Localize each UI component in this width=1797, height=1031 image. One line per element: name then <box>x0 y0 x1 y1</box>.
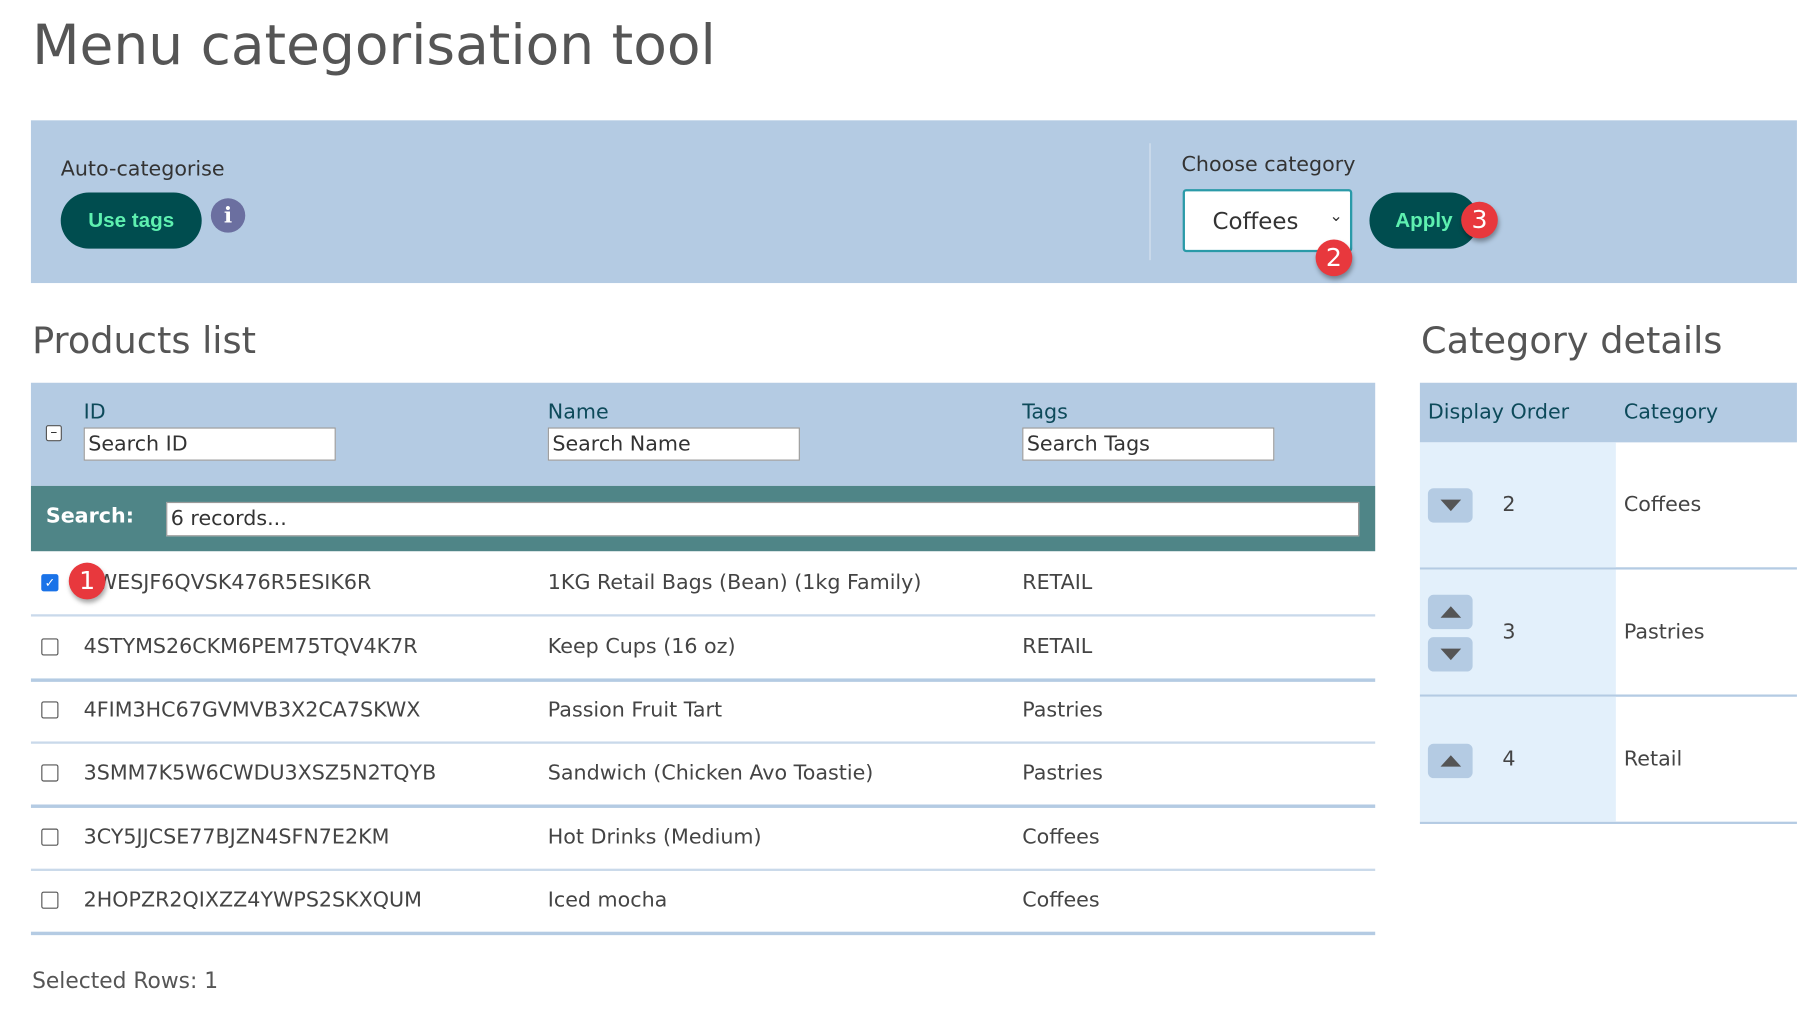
row-checkbox[interactable] <box>41 828 59 846</box>
cell-tags: RETAIL <box>1022 634 1093 659</box>
category-row: 4 Retail <box>1419 696 1797 824</box>
category-name: Pastries <box>1623 619 1705 645</box>
cell-name: Keep Cups (16 oz) <box>547 634 736 659</box>
move-up-button[interactable] <box>1427 743 1473 779</box>
global-search-bar: Search: 6 records... <box>30 485 1376 552</box>
row-checkbox[interactable] <box>41 638 59 656</box>
column-display-order: Display Order <box>1427 399 1570 425</box>
info-icon[interactable]: i <box>210 198 246 233</box>
display-order-value: 2 <box>1502 492 1516 517</box>
step-badge-3: 3 <box>1461 201 1498 239</box>
search-tags-input[interactable]: Search Tags <box>1022 427 1275 461</box>
products-table-header: – ID Search ID Name Search Name Tags Sea… <box>30 382 1376 486</box>
table-row[interactable]: 2HOPZR2QIXZZ4YWPS2SKXQUM Iced mocha Coff… <box>30 869 1376 936</box>
category-name: Coffees <box>1623 492 1702 517</box>
category-name: Retail <box>1623 747 1683 772</box>
cell-id: 2HOPZR2QIXZZ4YWPS2SKXQUM <box>83 888 422 913</box>
cell-name: 1KG Retail Bags (Bean) (1kg Family) <box>547 570 922 595</box>
table-row[interactable]: 4FIM3HC67GVMVB3X2CA7SKWX Passion Fruit T… <box>30 678 1376 744</box>
search-id-input[interactable]: Search ID <box>83 427 336 461</box>
category-details-heading: Category details <box>1421 318 1723 363</box>
display-order-value: 3 <box>1502 619 1516 645</box>
column-category: Category <box>1623 399 1719 425</box>
arrow-up-icon <box>1439 755 1461 767</box>
cell-name: Passion Fruit Tart <box>547 697 723 722</box>
cell-id: 2WESJF6QVSK476R5ESIK6R <box>83 570 372 595</box>
search-label: Search: <box>45 504 134 529</box>
choose-category-label: Choose category <box>1181 152 1356 177</box>
cell-name: Hot Drinks (Medium) <box>547 825 762 850</box>
column-tags[interactable]: Tags <box>1022 400 1068 424</box>
step-badge-1: 1 <box>68 562 106 600</box>
category-row: 2 Coffees <box>1419 442 1797 570</box>
table-row[interactable]: 4STYMS26CKM6PEM75TQV4K7R Keep Cups (16 o… <box>30 615 1376 682</box>
divider <box>1149 143 1151 261</box>
cell-id: 4FIM3HC67GVMVB3X2CA7SKWX <box>83 697 421 722</box>
select-all-checkbox[interactable]: – <box>45 425 62 442</box>
cell-name: Sandwich (Chicken Avo Toastie) <box>547 760 874 786</box>
move-up-button[interactable] <box>1427 594 1473 630</box>
global-search-input[interactable]: 6 records... <box>166 501 1360 537</box>
column-id[interactable]: ID <box>84 400 106 424</box>
auto-categorise-label: Auto-categorise <box>60 157 225 182</box>
row-checkbox[interactable] <box>41 764 59 782</box>
products-heading: Products list <box>32 318 256 363</box>
toolbar-panel <box>30 120 1797 284</box>
use-tags-button[interactable]: Use tags <box>60 192 202 249</box>
arrow-down-icon <box>1439 648 1461 661</box>
row-checkbox[interactable] <box>41 891 59 909</box>
chevron-down-icon: ⌄ <box>1329 207 1343 226</box>
table-row[interactable]: ✓ 2WESJF6QVSK476R5ESIK6R 1KG Retail Bags… <box>30 551 1376 617</box>
cell-tags: Pastries <box>1022 697 1103 722</box>
search-name-input[interactable]: Search Name <box>547 427 800 461</box>
category-select-value: Coffees <box>1212 207 1299 235</box>
cell-id: 3CY5JJCSE77BJZN4SFN7E2KM <box>83 825 390 850</box>
move-down-button[interactable] <box>1427 637 1473 672</box>
cell-tags: RETAIL <box>1022 570 1093 595</box>
cell-tags: Coffees <box>1022 888 1100 913</box>
cell-tags: Pastries <box>1022 760 1103 786</box>
category-table-header: Display Order Category <box>1419 382 1797 443</box>
cell-id: 4STYMS26CKM6PEM75TQV4K7R <box>83 634 418 659</box>
table-row[interactable]: 3SMM7K5W6CWDU3XSZ5N2TQYB Sandwich (Chick… <box>30 741 1376 808</box>
column-name[interactable]: Name <box>548 400 609 424</box>
category-row: 3 Pastries <box>1419 569 1797 697</box>
cell-name: Iced mocha <box>547 888 668 913</box>
display-order-value: 4 <box>1502 747 1516 772</box>
row-checkbox[interactable]: ✓ <box>41 574 59 592</box>
step-badge-2: 2 <box>1315 239 1353 277</box>
cell-tags: Coffees <box>1022 825 1100 850</box>
page-title: Menu categorisation tool <box>32 13 716 78</box>
row-checkbox[interactable] <box>41 701 59 719</box>
arrow-down-icon <box>1439 499 1461 512</box>
move-down-button[interactable] <box>1427 488 1473 523</box>
table-row[interactable]: 3CY5JJCSE77BJZN4SFN7E2KM Hot Drinks (Med… <box>30 806 1376 871</box>
cell-id: 3SMM7K5W6CWDU3XSZ5N2TQYB <box>83 760 437 786</box>
arrow-up-icon <box>1439 606 1461 618</box>
selected-rows-count: Selected Rows: 1 <box>32 968 219 994</box>
